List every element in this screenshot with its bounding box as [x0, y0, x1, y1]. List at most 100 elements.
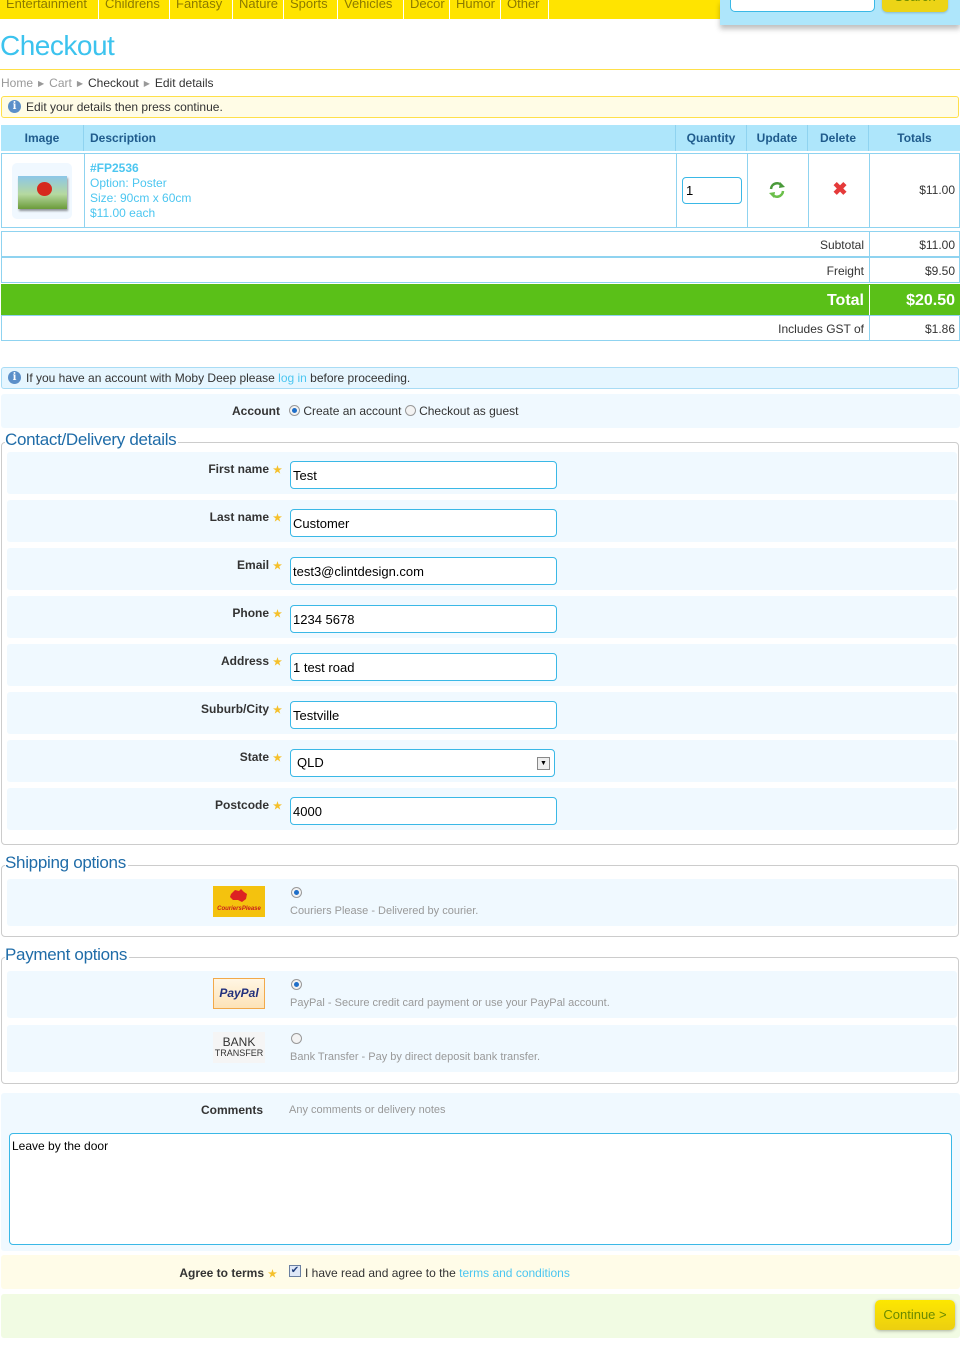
nav-nature[interactable]: Nature — [233, 0, 284, 19]
paypal-logo: PayPal — [213, 978, 265, 1009]
header-delete: Delete — [808, 125, 869, 151]
required-star-icon: ★ — [273, 513, 282, 524]
gst-row: Includes GST of $1.86 — [1, 315, 960, 341]
paypal-description: PayPal - Secure credit card payment or u… — [290, 997, 610, 1009]
australia-map-icon — [230, 889, 247, 902]
paypal-radio[interactable] — [291, 979, 302, 990]
phone-input[interactable] — [290, 605, 557, 633]
last-name-label: Last name — [209, 510, 270, 524]
comments-hint: Any comments or delivery notes — [289, 1104, 446, 1116]
bank-logo-line2: TRANSFER — [214, 1048, 264, 1058]
chevron-down-icon[interactable]: ▼ — [537, 757, 550, 770]
login-notice-text-end: before proceeding. — [306, 371, 411, 385]
bank-logo-line1: BANK — [222, 1035, 256, 1049]
item-description: #FP2536 Option: Poster Size: 90cm x 60cm… — [90, 161, 191, 221]
nav-vehicles[interactable]: Vehicles — [338, 0, 404, 19]
payment-option-bank-transfer[interactable]: BANK TRANSFER Bank Transfer - Pay by dir… — [7, 1025, 957, 1072]
total-row: Total $20.50 — [1, 284, 960, 316]
gst-label: Includes GST of — [778, 322, 864, 336]
couriers-please-radio[interactable] — [291, 887, 302, 898]
address-input[interactable] — [290, 653, 557, 681]
header-totals: Totals — [897, 131, 932, 145]
address-row: Address ★ — [7, 644, 957, 686]
item-line-total: $11.00 — [919, 183, 955, 197]
breadcrumb-home[interactable]: Home — [1, 76, 33, 90]
required-star-icon: ★ — [273, 801, 282, 812]
last-name-row: Last name ★ — [7, 500, 957, 542]
suburb-input[interactable] — [290, 701, 557, 729]
nav-entertainment[interactable]: Entertainment — [0, 0, 99, 19]
nav-childrens[interactable]: Childrens — [99, 0, 170, 19]
required-star-icon: ★ — [273, 753, 282, 764]
postcode-row: Postcode ★ — [7, 788, 957, 830]
phone-row: Phone ★ — [7, 596, 957, 638]
state-select[interactable]: QLD ▼ — [290, 749, 555, 777]
title-divider — [0, 69, 960, 70]
create-account-label[interactable]: Create an account — [303, 404, 401, 418]
search-input[interactable] — [730, 0, 875, 12]
nav-fantasy[interactable]: Fantasy — [170, 0, 233, 19]
quantity-input[interactable] — [682, 177, 742, 204]
item-price-each: $11.00 each — [90, 206, 156, 220]
nav-humor[interactable]: Humor — [450, 0, 501, 19]
product-thumbnail[interactable] — [12, 163, 72, 219]
login-notice: i If you have an account with Moby Deep … — [1, 367, 959, 389]
nav-decor[interactable]: Decor — [404, 0, 450, 19]
delete-x-icon[interactable]: ✖ — [832, 180, 848, 198]
breadcrumb-edit-details: Edit details — [154, 76, 214, 90]
breadcrumb-checkout[interactable]: Checkout — [88, 76, 139, 90]
total-value: $20.50 — [906, 292, 955, 309]
checkout-guest-label[interactable]: Checkout as guest — [419, 404, 518, 418]
account-label: Account — [232, 404, 280, 418]
comments-textarea[interactable]: Leave by the door — [9, 1133, 952, 1245]
nav-other[interactable]: Other — [501, 0, 549, 19]
checkout-guest-radio[interactable] — [404, 405, 416, 416]
refresh-icon[interactable] — [768, 181, 786, 199]
search-button[interactable]: Search — [882, 0, 948, 12]
terms-row: Agree to terms ★ ✔ I have read and agree … — [1, 1255, 960, 1289]
subtotal-row: Subtotal $11.00 — [1, 231, 960, 257]
continue-row: Continue > — [1, 1294, 960, 1338]
item-code-link[interactable]: #FP2536 — [90, 161, 191, 176]
breadcrumb-separator-icon: ▶ — [143, 79, 150, 88]
product-image — [18, 176, 67, 209]
payment-option-paypal[interactable]: PayPal PayPal - Secure credit card payme… — [7, 971, 957, 1018]
required-star-icon: ★ — [273, 705, 282, 716]
page-title: Checkout — [0, 30, 115, 61]
terms-link[interactable]: terms and conditions — [459, 1266, 570, 1280]
log-in-link[interactable]: log in — [278, 371, 307, 385]
nav-sports[interactable]: Sports — [284, 0, 338, 19]
last-name-input[interactable] — [290, 509, 557, 537]
state-selected-value: QLD — [297, 755, 324, 770]
bank-transfer-radio[interactable] — [291, 1033, 302, 1044]
required-star-icon: ★ — [273, 465, 282, 476]
terms-checkbox[interactable]: ✔ — [289, 1265, 301, 1277]
cart-item-row: #FP2536 Option: Poster Size: 90cm x 60cm… — [1, 153, 960, 228]
couriers-please-description: Couriers Please - Delivered by courier. — [290, 905, 479, 917]
category-nav: Entertainment Childrens Fantasy Nature S… — [0, 0, 720, 19]
breadcrumb-cart[interactable]: Cart — [49, 76, 72, 90]
postcode-label: Postcode — [215, 798, 270, 812]
couriers-please-logo: CouriersPlease — [213, 886, 265, 917]
continue-button[interactable]: Continue > — [875, 1300, 955, 1330]
info-icon: i — [8, 371, 21, 384]
subtotal-value: $11.00 — [919, 238, 955, 252]
comments-label: Comments — [200, 1103, 263, 1117]
cart-table-header: Image Description Quantity Update Delete… — [1, 125, 960, 151]
phone-label: Phone — [232, 606, 270, 620]
subtotal-label: Subtotal — [819, 238, 864, 252]
header-quantity: Quantity — [676, 125, 747, 151]
bank-transfer-description: Bank Transfer - Pay by direct deposit ba… — [290, 1051, 541, 1063]
edit-details-notice: i Edit your details then press continue. — [1, 96, 959, 118]
shipping-option-couriers-please[interactable]: CouriersPlease Couriers Please - Deliver… — [7, 879, 957, 926]
postcode-input[interactable] — [290, 797, 557, 825]
comments-section: Comments Any comments or delivery notes … — [1, 1093, 960, 1251]
bank-transfer-logo: BANK TRANSFER — [213, 1032, 265, 1063]
suburb-row: Suburb/City ★ — [7, 692, 957, 734]
create-account-radio[interactable] — [289, 405, 300, 416]
email-input[interactable] — [290, 557, 557, 585]
header-update: Update — [747, 125, 808, 151]
first-name-input[interactable] — [290, 461, 557, 489]
state-label: State — [239, 750, 270, 764]
email-label: Email — [237, 558, 270, 572]
